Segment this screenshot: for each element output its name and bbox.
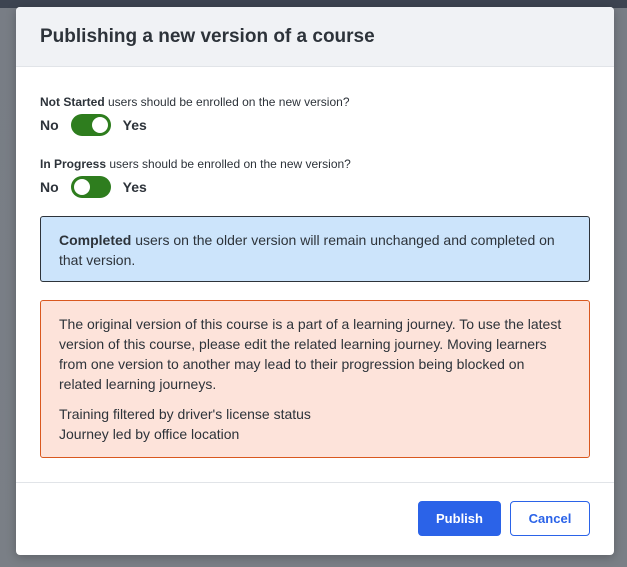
not-started-no-label: No	[40, 117, 59, 133]
related-journey-item: Journey led by office location	[59, 426, 240, 442]
not-started-yes-label: Yes	[122, 117, 147, 133]
in-progress-question: In Progress users should be enrolled on …	[40, 157, 351, 171]
in-progress-toggle-row: No Yes	[40, 176, 147, 198]
footer-divider	[16, 482, 614, 483]
toggle-knob	[73, 179, 90, 195]
dialog-header: Publishing a new version of a course	[16, 7, 614, 67]
not-started-toggle-row: No Yes	[40, 114, 147, 136]
learning-journey-warning: The original version of this course is a…	[40, 300, 590, 458]
completed-info-box: Completed users on the older version wil…	[40, 216, 590, 282]
in-progress-question-text: users should be enrolled on the new vers…	[106, 157, 351, 171]
related-journeys-list: Training filtered by driver's license st…	[59, 404, 571, 444]
not-started-question: Not Started users should be enrolled on …	[40, 95, 350, 109]
in-progress-toggle[interactable]	[70, 176, 111, 198]
in-progress-no-label: No	[40, 179, 59, 195]
in-progress-status-label: In Progress	[40, 157, 107, 171]
completed-status-label: Completed	[59, 232, 132, 248]
completed-info-text: users on the older version will remain u…	[59, 232, 555, 268]
warning-text: The original version of this course is a…	[59, 316, 562, 392]
toggle-knob	[91, 117, 108, 133]
dialog-title: Publishing a new version of a course	[40, 25, 375, 47]
in-progress-yes-label: Yes	[122, 179, 147, 195]
publish-dialog: Publishing a new version of a course Not…	[16, 7, 614, 555]
cancel-button[interactable]: Cancel	[510, 501, 590, 536]
publish-button[interactable]: Publish	[418, 501, 501, 536]
related-journey-item: Training filtered by driver's license st…	[59, 406, 311, 422]
not-started-status-label: Not Started	[40, 95, 105, 109]
not-started-toggle[interactable]	[70, 114, 111, 136]
not-started-question-text: users should be enrolled on the new vers…	[104, 95, 350, 109]
